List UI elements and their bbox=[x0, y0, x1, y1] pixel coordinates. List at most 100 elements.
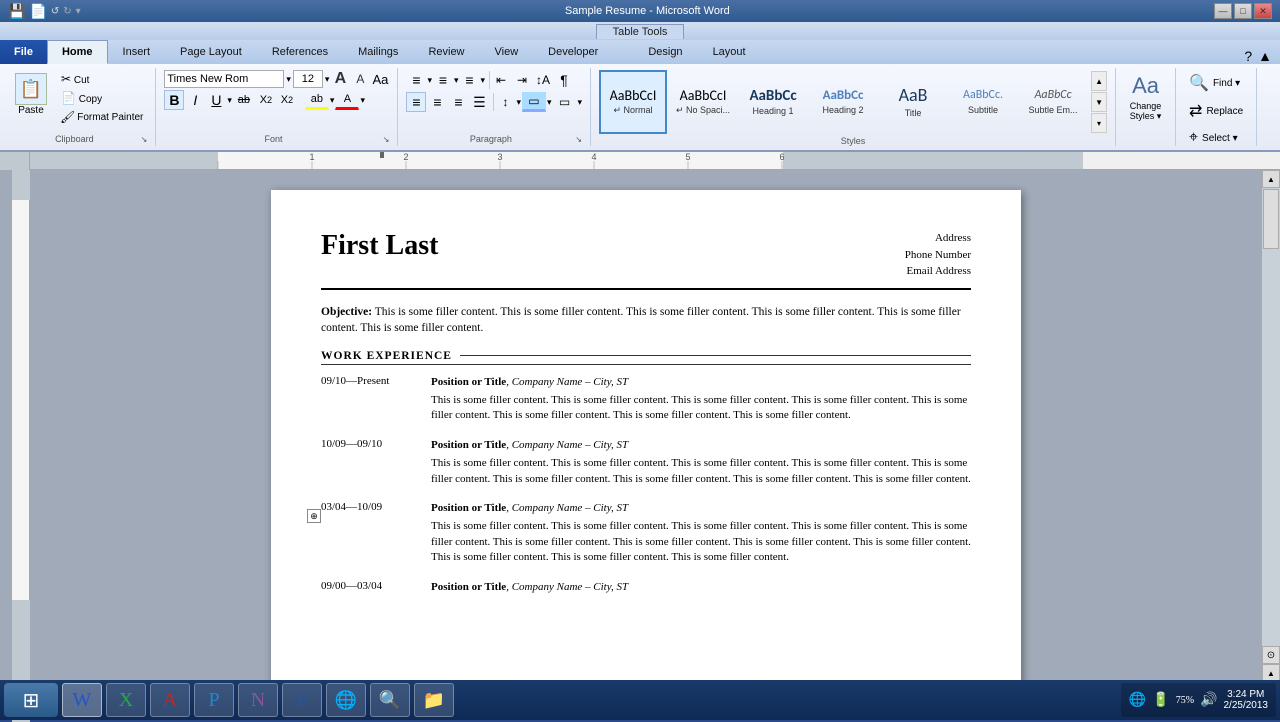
tab-mailings[interactable]: Mailings bbox=[343, 40, 413, 64]
highlight-dropdown[interactable]: ▾ bbox=[330, 95, 335, 106]
styles-expand[interactable]: ▾ bbox=[1091, 113, 1107, 133]
clear-format-button[interactable]: Aa bbox=[371, 70, 389, 88]
bullets-dropdown[interactable]: ▾ bbox=[427, 75, 432, 86]
scroll-up-button[interactable]: ▲ bbox=[1262, 170, 1280, 188]
align-left-button[interactable]: ≡ bbox=[406, 92, 426, 112]
taskbar-onenote[interactable]: N bbox=[238, 683, 278, 717]
tab-pagelayout[interactable]: Page Layout bbox=[165, 40, 257, 64]
shading-dropdown[interactable]: ▾ bbox=[547, 97, 552, 108]
multilevel-dropdown[interactable]: ▾ bbox=[481, 75, 486, 86]
font-shrink-button[interactable]: A bbox=[351, 70, 369, 88]
decrease-indent-button[interactable]: ⇤ bbox=[491, 70, 511, 90]
ruler-corner bbox=[0, 152, 30, 170]
taskbar-word[interactable]: W bbox=[62, 683, 102, 717]
entry-title-1: Position or Title bbox=[431, 376, 506, 388]
font-name-input[interactable] bbox=[164, 70, 284, 88]
main-area: ⊕ First Last Address Phone Number Email … bbox=[0, 170, 1280, 700]
multilevel-button[interactable]: ≡ bbox=[460, 70, 480, 90]
close-button[interactable]: ✕ bbox=[1254, 3, 1272, 19]
table-anchor-icon[interactable]: ⊕ bbox=[307, 509, 321, 523]
tab-review[interactable]: Review bbox=[413, 40, 479, 64]
taskbar-ie[interactable]: e bbox=[282, 683, 322, 717]
editing-group: 🔍 Find ▾ ⇄ Replace ⌖ Select ▾ Editing bbox=[1176, 68, 1257, 146]
sort-button[interactable]: ↕A bbox=[533, 70, 553, 90]
scrollbar-track[interactable] bbox=[1262, 188, 1280, 646]
numbering-button[interactable]: ≡ bbox=[433, 70, 453, 90]
tab-home[interactable]: Home bbox=[47, 40, 108, 64]
style-heading2[interactable]: AaBbCc Heading 2 bbox=[809, 70, 877, 134]
taskbar: ⊞ W X A P N e 🌐 🔍 📁 🌐 🔋 75% 🔊 3:24 PM 2/… bbox=[0, 680, 1280, 720]
line-spacing-dropdown[interactable]: ▾ bbox=[516, 97, 521, 108]
ribbon-collapse-icon[interactable]: ▲ bbox=[1258, 48, 1272, 64]
bullets-button[interactable]: ≡ bbox=[406, 70, 426, 90]
shading-button[interactable]: ▭ bbox=[522, 92, 546, 112]
font-size-input[interactable] bbox=[293, 70, 323, 88]
style-heading1[interactable]: AaBbCc Heading 1 bbox=[739, 70, 807, 134]
justify-button[interactable]: ☰ bbox=[469, 92, 489, 112]
align-center-button[interactable]: ≡ bbox=[427, 92, 447, 112]
style-no-spacing[interactable]: AaBbCcI ↵ No Spaci... bbox=[669, 70, 737, 134]
font-name-dropdown[interactable]: ▾ bbox=[286, 74, 291, 85]
increase-indent-button[interactable]: ⇥ bbox=[512, 70, 532, 90]
style-subtitle[interactable]: AaBbCc. Subtitle bbox=[949, 70, 1017, 134]
taskbar-files[interactable]: 📁 bbox=[414, 683, 454, 717]
svg-text:6: 6 bbox=[779, 152, 784, 162]
align-right-button[interactable]: ≡ bbox=[448, 92, 468, 112]
text-highlight-button[interactable]: ab bbox=[305, 90, 329, 110]
copy-button[interactable]: 📄 Copy bbox=[56, 89, 147, 107]
find-button[interactable]: 🔍 Find ▾ bbox=[1184, 70, 1248, 96]
font-color-dropdown[interactable]: ▾ bbox=[360, 95, 365, 106]
tab-view[interactable]: View bbox=[480, 40, 534, 64]
select-button[interactable]: ⌖ Select ▾ bbox=[1184, 126, 1248, 150]
taskbar-search[interactable]: 🔍 bbox=[370, 683, 410, 717]
paste-button[interactable]: 📋 Paste bbox=[8, 70, 54, 119]
style-title[interactable]: AaB Title bbox=[879, 70, 947, 134]
taskbar-publisher[interactable]: P bbox=[194, 683, 234, 717]
document-area: ⊕ First Last Address Phone Number Email … bbox=[30, 170, 1262, 700]
bold-button[interactable]: B bbox=[164, 90, 184, 110]
tab-references[interactable]: References bbox=[257, 40, 343, 64]
subscript-button[interactable]: X2 bbox=[256, 90, 276, 110]
underline-button[interactable]: U bbox=[206, 90, 226, 110]
italic-button[interactable]: I bbox=[185, 90, 205, 110]
clipboard-expand[interactable]: ↘ bbox=[141, 135, 148, 144]
help-icon[interactable]: ? bbox=[1244, 48, 1252, 64]
replace-button[interactable]: ⇄ Replace bbox=[1184, 98, 1248, 124]
start-button[interactable]: ⊞ bbox=[4, 683, 58, 717]
tab-layout[interactable]: Layout bbox=[698, 40, 761, 64]
tab-design[interactable]: Design bbox=[633, 40, 697, 64]
taskbar-access[interactable]: A bbox=[150, 683, 190, 717]
show-marks-button[interactable]: ¶ bbox=[554, 70, 574, 90]
styles-scroll-up[interactable]: ▲ bbox=[1091, 71, 1107, 91]
tab-developer[interactable]: Developer bbox=[533, 40, 613, 64]
document[interactable]: ⊕ First Last Address Phone Number Email … bbox=[271, 190, 1021, 700]
change-styles-button[interactable]: Aa ChangeStyles ▾ bbox=[1125, 70, 1167, 125]
borders-dropdown[interactable]: ▾ bbox=[578, 97, 583, 108]
style-normal[interactable]: AaBbCcI ↵ Normal bbox=[599, 70, 667, 134]
underline-dropdown[interactable]: ▾ bbox=[227, 95, 232, 106]
line-spacing-button[interactable]: ↕ bbox=[495, 92, 515, 112]
minimize-button[interactable]: — bbox=[1214, 3, 1232, 19]
work-experience-title: WORK EXPERIENCE bbox=[321, 350, 452, 362]
tab-file[interactable]: File bbox=[0, 40, 47, 64]
numbering-dropdown[interactable]: ▾ bbox=[454, 75, 459, 86]
font-grow-button[interactable]: A bbox=[331, 70, 349, 88]
tab-insert[interactable]: Insert bbox=[108, 40, 166, 64]
cut-button[interactable]: ✂ Cut bbox=[56, 70, 147, 88]
scrollbar-thumb[interactable] bbox=[1263, 189, 1279, 249]
font-expand[interactable]: ↘ bbox=[383, 135, 390, 144]
taskbar-chrome[interactable]: 🌐 bbox=[326, 683, 366, 717]
styles-scroll-down[interactable]: ▼ bbox=[1091, 92, 1107, 112]
taskbar-excel[interactable]: X bbox=[106, 683, 146, 717]
font-color-button[interactable]: A bbox=[335, 90, 359, 110]
borders-button[interactable]: ▭ bbox=[553, 92, 577, 112]
maximize-button[interactable]: □ bbox=[1234, 3, 1252, 19]
scroll-select-browse[interactable]: ⊙ bbox=[1262, 646, 1280, 664]
table-tools-band: Table Tools bbox=[0, 22, 1280, 40]
font-size-dropdown[interactable]: ▾ bbox=[325, 74, 330, 85]
style-subtle-em[interactable]: AaBbCc Subtle Em... bbox=[1019, 70, 1087, 134]
strikethrough-button[interactable]: ab bbox=[233, 90, 255, 110]
format-painter-button[interactable]: 🖌 Format Painter bbox=[56, 108, 147, 126]
paragraph-expand[interactable]: ↘ bbox=[575, 135, 582, 144]
superscript-button[interactable]: X2 bbox=[277, 90, 297, 110]
